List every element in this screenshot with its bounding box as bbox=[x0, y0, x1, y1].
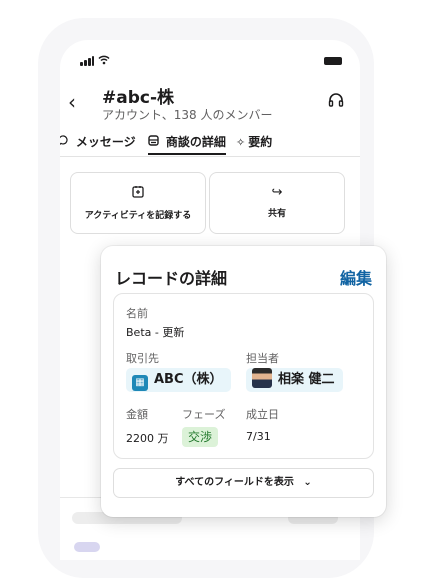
tab-messages[interactable]: メッセージ bbox=[60, 133, 136, 150]
channel-subtitle: アカウント、138 人のメンバー bbox=[102, 108, 273, 122]
message-icon bbox=[60, 135, 73, 149]
owner-label: 担当者 bbox=[246, 352, 279, 365]
tab-summary[interactable]: ✧ 要約 bbox=[236, 133, 272, 150]
account-name: ABC（株） bbox=[154, 372, 223, 387]
record-activity-icon bbox=[71, 185, 205, 202]
account-chip[interactable]: ▦ ABC（株） bbox=[126, 368, 231, 392]
log-activity-button[interactable]: アクティビティを記録する bbox=[70, 172, 206, 234]
tab-bar: メッセージ 商談の詳細 ✧ 要約 bbox=[60, 133, 360, 157]
name-value: Beta - 更新 bbox=[126, 326, 185, 339]
owner-chip[interactable]: 相楽 健二 bbox=[246, 368, 343, 392]
record-details-popover: レコードの詳細 編集 名前 Beta - 更新 取引先 ▦ ABC（株） 担当者 … bbox=[101, 246, 386, 517]
name-label: 名前 bbox=[126, 307, 148, 320]
placeholder-avatar bbox=[74, 542, 100, 552]
summary-icon: ✧ bbox=[236, 136, 246, 149]
share-button[interactable]: ↪ 共有 bbox=[209, 172, 345, 234]
channel-title: #abc-株 bbox=[102, 88, 175, 108]
account-label: 取引先 bbox=[126, 352, 159, 365]
signal-icon bbox=[80, 56, 94, 66]
phase-label: フェーズ bbox=[182, 408, 226, 421]
amount-label: 金額 bbox=[126, 408, 148, 421]
share-icon: ↪ bbox=[271, 185, 283, 200]
battery-icon bbox=[324, 57, 342, 65]
building-icon: ▦ bbox=[132, 375, 148, 391]
owner-name: 相楽 健二 bbox=[278, 372, 335, 387]
show-all-fields-button[interactable]: すべてのフィールドを表示 ⌄ bbox=[113, 468, 374, 498]
record-fields-panel: 名前 Beta - 更新 取引先 ▦ ABC（株） 担当者 相楽 健二 金額 22… bbox=[113, 293, 374, 459]
edit-button[interactable]: 編集 bbox=[340, 265, 372, 289]
back-icon[interactable]: ‹ bbox=[68, 90, 76, 114]
record-details-title: レコードの詳細 bbox=[115, 269, 228, 288]
avatar bbox=[252, 368, 272, 388]
wifi-icon bbox=[98, 55, 110, 68]
status-bar bbox=[80, 55, 342, 68]
phase-badge: 交渉 bbox=[182, 427, 219, 447]
tab-divider bbox=[60, 156, 360, 157]
chevron-down-icon: ⌄ bbox=[303, 477, 312, 488]
close-date-label: 成立日 bbox=[246, 408, 279, 421]
deal-icon bbox=[148, 135, 163, 149]
amount-value: 2200 万 bbox=[126, 432, 169, 445]
close-date-value: 7/31 bbox=[246, 430, 271, 443]
tab-deal-details[interactable]: 商談の詳細 bbox=[148, 133, 226, 155]
headphones-icon[interactable] bbox=[328, 92, 344, 111]
